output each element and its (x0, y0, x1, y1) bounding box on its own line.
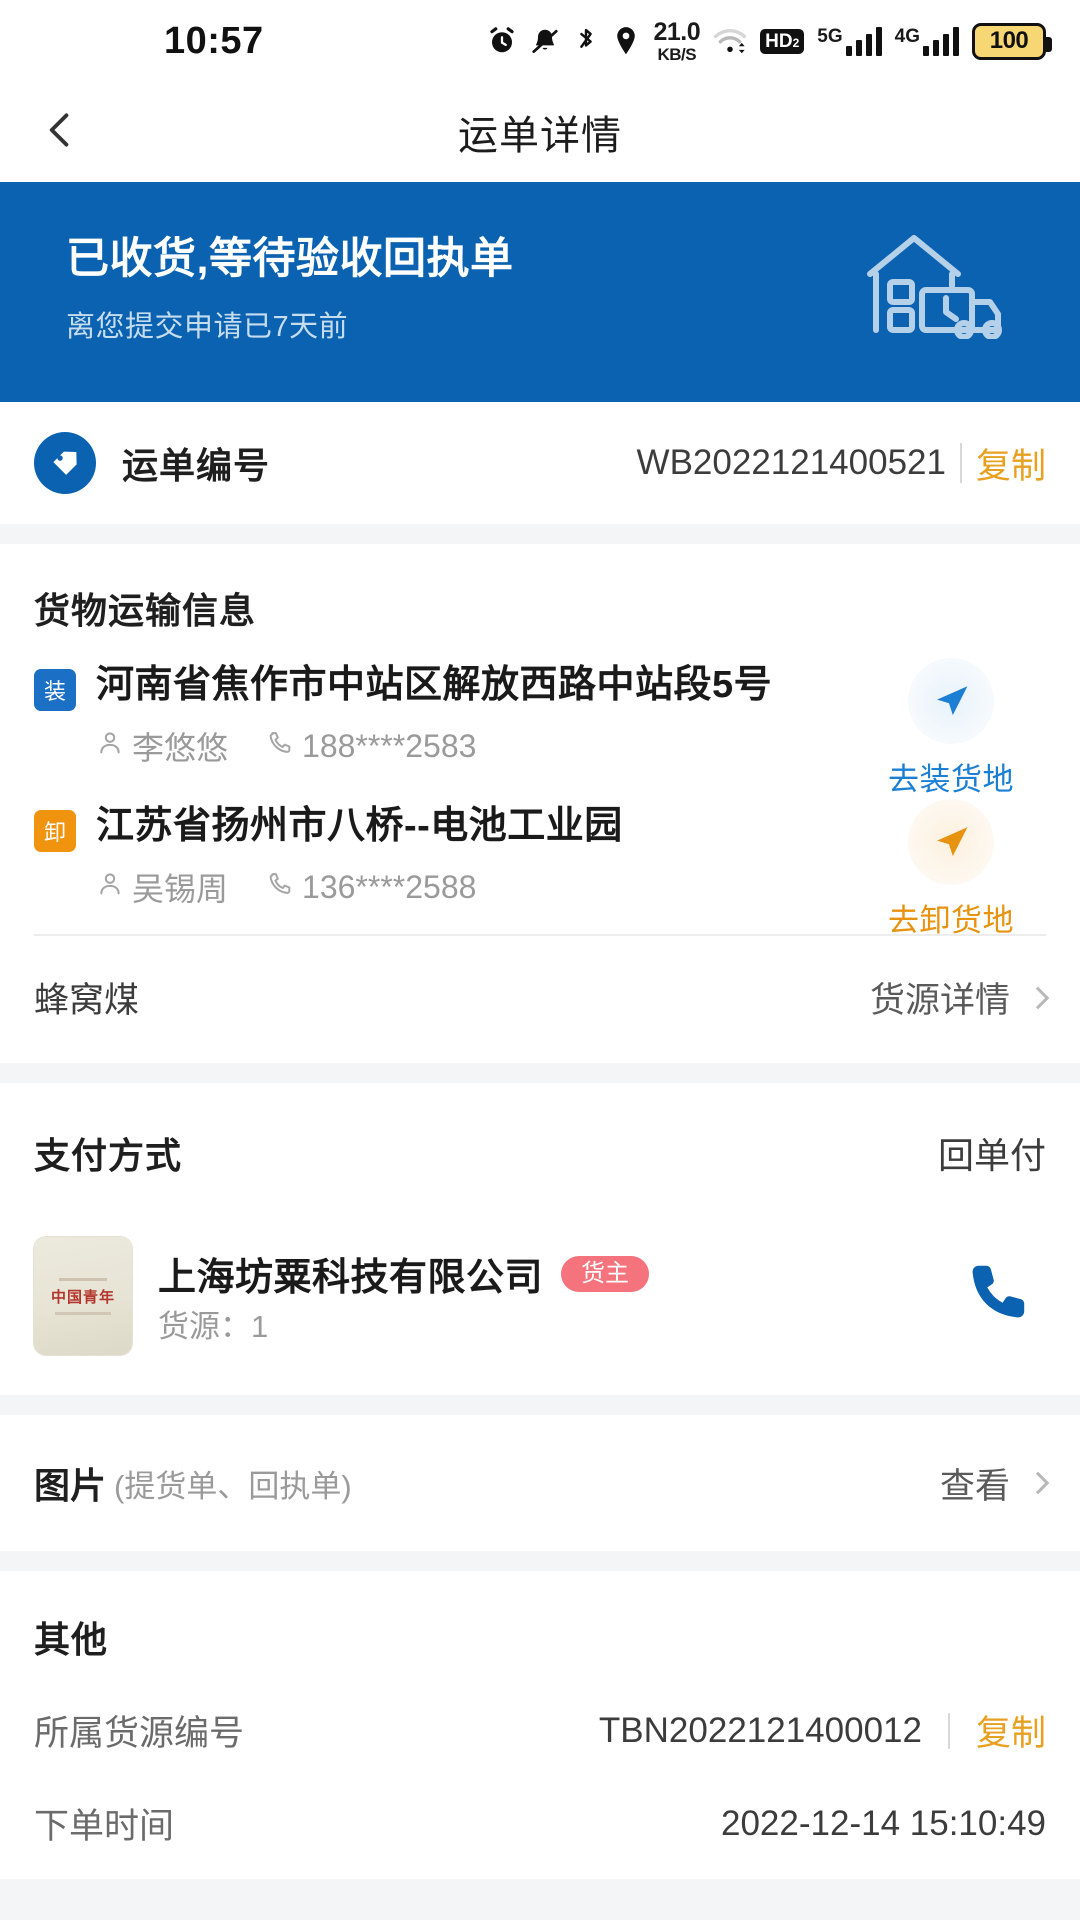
page-title: 运单详情 (458, 114, 622, 158)
loading-contact-name: 李悠悠 (132, 730, 229, 766)
status-banner: 已收货,等待验收回执单 离您提交申请已7天前 (0, 182, 1080, 402)
divider (947, 1712, 950, 1749)
source-number-value: TBN2022121400012 (598, 1710, 922, 1750)
hd-sub: 2 (792, 35, 800, 50)
payment-method-row: 支付方式 回单付 (0, 1083, 1080, 1219)
wifi-icon (713, 26, 747, 56)
other-card: 其他 所属货源编号 TBN2022121400012 复制 下单时间 2022-… (0, 1571, 1080, 1879)
bluetooth-icon (573, 26, 599, 56)
navigation-arrow-icon (908, 658, 994, 744)
payment-card: 支付方式 回单付 中国青年 上海坊粟科技有限公司 货主 货源：1 (0, 1083, 1080, 1395)
pictures-note: (提货单、回执单) (114, 1468, 352, 1504)
order-time-label: 下单时间 (34, 1807, 175, 1846)
chevron-right-icon (1026, 986, 1050, 1009)
cargo-owner-row: 中国青年 上海坊粟科技有限公司 货主 货源：1 (0, 1219, 1080, 1395)
signal-5g-label: 5G (817, 25, 843, 47)
pictures-row[interactable]: 图片 (提货单、回执单) 查看 (0, 1415, 1080, 1551)
network-speed-indicator: 21.0 KB/S (653, 17, 701, 64)
person-icon (96, 869, 124, 906)
pictures-label: 图片 (34, 1465, 107, 1506)
call-owner-button[interactable] (946, 1246, 1046, 1346)
copy-source-number-button[interactable]: 复制 (976, 1705, 1046, 1756)
signal-4g-icon: 4G (894, 25, 959, 56)
cargo-source-count: 货源：1 (158, 1309, 269, 1344)
loading-address: 河南省焦作市中站区解放西路中站段5号 (96, 664, 773, 706)
phone-outline-icon (266, 869, 294, 906)
warehouse-truck-icon (856, 224, 1006, 344)
hd-icon: HD 2 (760, 28, 805, 54)
cargo-detail-group: 货源详情 (869, 972, 1050, 1023)
cargo-detail-label: 货源详情 (869, 981, 1010, 1020)
cargo-owner-info: 上海坊粟科技有限公司 货主 货源：1 (158, 1246, 650, 1346)
signal-5g-bars (845, 26, 882, 56)
order-time-value: 2022-12-14 15:10:49 (721, 1803, 1046, 1843)
pictures-action-group: 查看 (939, 1458, 1050, 1509)
tag-icon (34, 432, 96, 494)
other-section-title: 其他 (34, 1619, 109, 1660)
phone-outline-icon (266, 728, 294, 765)
shipping-info-body: 货物运输信息 装 河南省焦作市中站区解放西路中站段5号 李悠悠 188****2… (0, 544, 1080, 938)
bell-muted-icon (530, 26, 560, 56)
battery-level: 100 (989, 27, 1029, 54)
network-speed-unit: KB/S (657, 44, 697, 64)
unloading-contact-phone: 136****2588 (302, 868, 477, 905)
app-screen: 10:57 21.0 KB/S HD 2 5G 4G 100 运单详情 已收货,… (0, 0, 1080, 1920)
waybill-number-card: 运单编号 WB2022121400521 复制 (0, 402, 1080, 524)
other-body: 其他 所属货源编号 TBN2022121400012 复制 下单时间 2022-… (0, 1571, 1080, 1879)
source-number-row: 所属货源编号 TBN2022121400012 复制 (34, 1705, 1046, 1756)
unloading-contact-name-group: 吴锡周 (96, 864, 228, 910)
signal-5g-icon: 5G (817, 25, 882, 56)
loading-contact-phone: 188****2583 (302, 727, 477, 764)
location-icon (612, 26, 640, 56)
waybill-number-value: WB2022121400521 (636, 443, 946, 482)
source-number-value-group: TBN2022121400012 复制 (599, 1705, 1046, 1756)
avatar-text: 中国青年 (50, 1288, 115, 1306)
shipping-section-title: 货物运输信息 (34, 590, 257, 631)
go-to-unloading-button[interactable]: 去卸货地 (856, 799, 1046, 940)
network-speed-value: 21.0 (653, 17, 701, 46)
view-pictures-label: 查看 (939, 1466, 1010, 1506)
unloading-contact-name: 吴锡周 (132, 871, 229, 907)
loading-badge: 装 (34, 669, 76, 711)
order-time-row: 下单时间 2022-12-14 15:10:49 (34, 1798, 1046, 1849)
status-bar: 10:57 21.0 KB/S HD 2 5G 4G 100 (0, 0, 1080, 82)
unloading-stop: 卸 江苏省扬州市八桥--电池工业园 吴锡周 136****2588 去卸货地 (34, 775, 1046, 938)
go-to-unloading-label: 去卸货地 (888, 903, 1014, 938)
copy-waybill-number-button[interactable]: 复制 (976, 438, 1046, 489)
waybill-number-row: 运单编号 WB2022121400521 复制 (0, 402, 1080, 524)
unloading-badge: 卸 (34, 810, 76, 852)
signal-4g-label: 4G (894, 25, 920, 47)
loading-contact-name-group: 李悠悠 (96, 723, 228, 769)
alarm-icon (487, 26, 517, 56)
waybill-number-value-group: WB2022121400521 复制 (637, 438, 1046, 489)
pictures-card: 图片 (提货单、回执单) 查看 (0, 1415, 1080, 1551)
waybill-number-label: 运单编号 (122, 445, 271, 486)
shipping-info-card: 货物运输信息 装 河南省焦作市中站区解放西路中站段5号 李悠悠 188****2… (0, 544, 1080, 1063)
loading-contact-phone-group[interactable]: 188****2583 (266, 728, 476, 765)
battery-icon: 100 (972, 22, 1052, 60)
person-icon (96, 728, 124, 765)
status-badge: 货主 (561, 1255, 650, 1292)
loading-stop: 装 河南省焦作市中站区解放西路中站段5号 李悠悠 188****2583 去装货… (34, 634, 1046, 797)
navigation-arrow-icon (908, 799, 994, 885)
payment-method-value: 回单付 (937, 1135, 1046, 1176)
cargo-owner-name: 上海坊粟科技有限公司 (158, 1257, 544, 1299)
payment-method-label: 支付方式 (34, 1135, 183, 1176)
cargo-name: 蜂窝煤 (34, 981, 140, 1020)
status-bar-time: 10:57 (164, 19, 264, 62)
status-bar-icons: 21.0 KB/S HD 2 5G 4G 100 (487, 0, 1052, 82)
avatar[interactable]: 中国青年 (34, 1237, 132, 1355)
hd-label: HD (765, 30, 793, 52)
cargo-row[interactable]: 蜂窝煤 货源详情 (0, 936, 1080, 1063)
source-number-label: 所属货源编号 (34, 1714, 245, 1753)
cargo-owner-name-row: 上海坊粟科技有限公司 货主 (158, 1246, 650, 1301)
unloading-contact-phone-group[interactable]: 136****2588 (266, 869, 476, 906)
phone-icon (960, 1258, 1032, 1335)
navigation-bar: 运单详情 (0, 82, 1080, 182)
signal-4g-bars (923, 26, 959, 56)
chevron-right-icon (1026, 1471, 1050, 1495)
divider (959, 443, 962, 483)
unloading-address: 江苏省扬州市八桥--电池工业园 (96, 805, 623, 847)
